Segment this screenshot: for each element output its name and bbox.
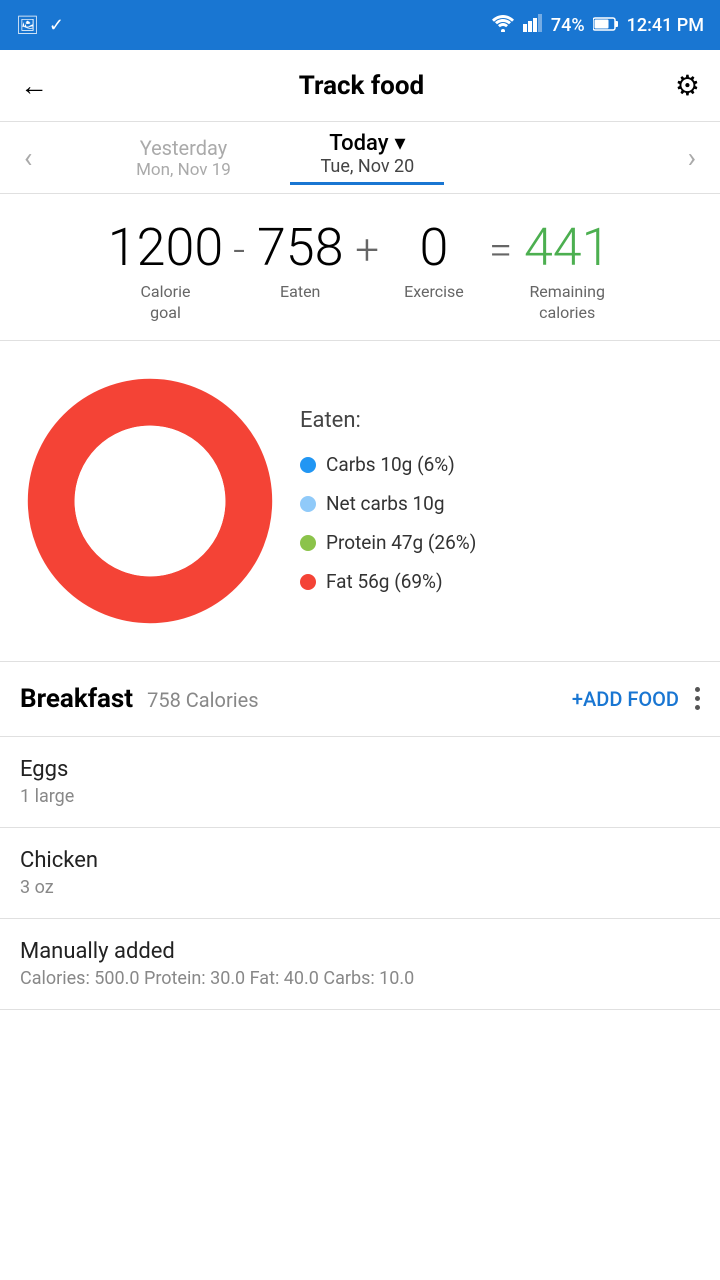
dropdown-icon: ▾ xyxy=(394,131,405,156)
status-bar: 🖼 ✓ 74% 12 xyxy=(0,0,720,50)
prev-day-button[interactable]: ‹ xyxy=(10,131,46,184)
calorie-goal-label: Caloriegoal xyxy=(141,282,191,324)
food-item-manual[interactable]: Manually added Calories: 500.0 Protein: … xyxy=(0,919,720,1010)
protein-dot xyxy=(300,535,316,551)
calorie-goal-block: 1200 Caloriegoal xyxy=(108,222,223,324)
nutrition-legend: Eaten: Carbs 10g (6%) Net carbs 10g Prot… xyxy=(300,408,476,593)
food-desc-manual: Calories: 500.0 Protein: 30.0 Fat: 40.0 … xyxy=(20,968,700,989)
remaining-block: 441 Remainingcalories xyxy=(522,222,612,324)
exercise-label: Exercise xyxy=(404,282,464,303)
today-date-value: Tue, Nov 20 xyxy=(320,156,414,177)
app-bar: ← Track food ⚙ xyxy=(0,50,720,122)
donut-chart xyxy=(20,371,280,631)
legend-protein: Protein 47g (26%) xyxy=(300,531,476,554)
meal-header-left: Breakfast 758 Calories xyxy=(20,684,259,714)
status-bar-left: 🖼 ✓ xyxy=(16,15,64,36)
fat-label: Fat 56g (69%) xyxy=(326,570,443,593)
sync-icon: ✓ xyxy=(49,15,64,36)
legend-title: Eaten: xyxy=(300,408,476,433)
dot1 xyxy=(695,687,700,692)
yesterday-date-value: Mon, Nov 19 xyxy=(136,160,231,180)
calorie-summary: 1200 Caloriegoal - 758 Eaten + 0 Exercis… xyxy=(0,194,720,341)
date-navigation: ‹ Yesterday Mon, Nov 19 Today ▾ Tue, Nov… xyxy=(0,122,720,194)
food-desc-chicken: 3 oz xyxy=(20,877,700,898)
signal-icon xyxy=(523,14,543,37)
protein-label: Protein 47g (26%) xyxy=(326,531,476,554)
remaining-value: 441 xyxy=(524,222,611,274)
today-label: Today ▾ xyxy=(320,131,414,156)
net-carbs-label: Net carbs 10g xyxy=(326,492,445,515)
time: 12:41 PM xyxy=(627,15,704,36)
legend-fat: Fat 56g (69%) xyxy=(300,570,476,593)
food-name-chicken: Chicken xyxy=(20,848,700,873)
eaten-value: 758 xyxy=(257,222,344,274)
food-item-chicken[interactable]: Chicken 3 oz xyxy=(0,828,720,919)
equals-operator: = xyxy=(479,222,522,275)
net-carbs-dot xyxy=(300,496,316,512)
dot3 xyxy=(695,705,700,710)
battery-percentage: 74% xyxy=(551,15,585,36)
plus-operator: + xyxy=(345,222,389,275)
page-title: Track food xyxy=(299,71,424,101)
carbs-dot xyxy=(300,457,316,473)
exercise-block: 0 Exercise xyxy=(389,222,479,303)
carbs-label: Carbs 10g (6%) xyxy=(326,453,455,476)
yesterday-label: Yesterday xyxy=(136,136,231,160)
eaten-label: Eaten xyxy=(280,282,320,303)
status-bar-right: 74% 12:41 PM xyxy=(491,14,704,37)
yesterday-date[interactable]: Yesterday Mon, Nov 19 xyxy=(136,136,231,180)
food-name-manual: Manually added xyxy=(20,939,700,964)
donut-svg xyxy=(20,371,280,631)
meal-name: Breakfast xyxy=(20,684,133,714)
exercise-value: 0 xyxy=(420,222,449,274)
add-food-button[interactable]: +ADD FOOD xyxy=(572,687,679,711)
calorie-goal-value: 1200 xyxy=(108,222,223,274)
meal-header-right: +ADD FOOD xyxy=(572,687,700,711)
food-name-eggs: Eggs xyxy=(20,757,700,782)
legend-carbs: Carbs 10g (6%) xyxy=(300,453,476,476)
today-date[interactable]: Today ▾ Tue, Nov 20 xyxy=(320,131,414,185)
gallery-icon: 🖼 xyxy=(16,15,39,36)
eaten-block: 758 Eaten xyxy=(255,222,345,303)
remaining-label: Remainingcalories xyxy=(529,282,605,324)
breakfast-header: Breakfast 758 Calories +ADD FOOD xyxy=(0,662,720,737)
dot2 xyxy=(695,696,700,701)
legend-net-carbs: Net carbs 10g xyxy=(300,492,476,515)
fat-dot xyxy=(300,574,316,590)
food-item-eggs[interactable]: Eggs 1 large xyxy=(0,737,720,828)
back-button[interactable]: ← xyxy=(20,69,48,102)
battery-icon xyxy=(593,15,619,36)
settings-button[interactable]: ⚙ xyxy=(675,69,700,102)
food-desc-eggs: 1 large xyxy=(20,786,700,807)
next-day-button[interactable]: › xyxy=(674,131,710,184)
meal-calories: 758 Calories xyxy=(147,688,258,712)
more-options-button[interactable] xyxy=(695,687,700,710)
nutrition-chart-section: Eaten: Carbs 10g (6%) Net carbs 10g Prot… xyxy=(0,341,720,662)
wifi-icon xyxy=(491,14,515,37)
minus-operator: - xyxy=(223,222,255,275)
